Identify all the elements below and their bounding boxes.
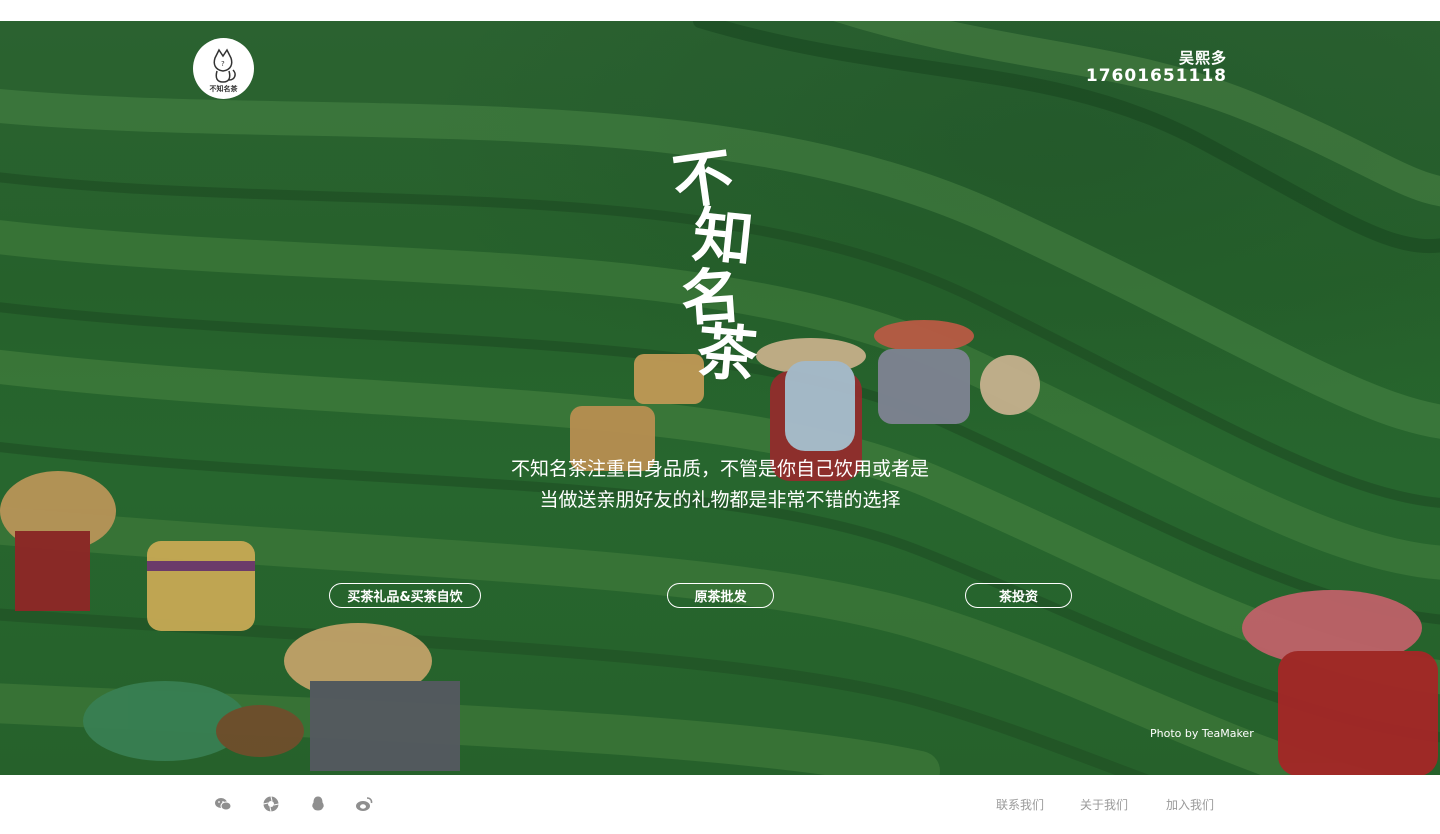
camera-shutter-icon[interactable] xyxy=(262,795,280,813)
tagline-line-1: 不知名茶注重自身品质，不管是你自己饮用或者是 xyxy=(510,458,929,480)
brand-char: 茶 xyxy=(694,316,760,392)
gift-and-self-drink-button[interactable]: 买茶礼品&买茶自饮 xyxy=(329,583,481,608)
svg-text:?: ? xyxy=(221,60,225,68)
hero-banner: ? 不知名茶 吴熙多 17601651118 不 知 名 茶 不知名茶注重自身品… xyxy=(0,21,1440,775)
contact-phone: 17601651118 xyxy=(1085,66,1227,86)
tea-field-background xyxy=(0,21,1440,775)
footer: 联系我们 关于我们 加入我们 xyxy=(0,775,1440,834)
tagline-line-2: 当做送亲朋好友的礼物都是非常不错的选择 xyxy=(539,489,901,511)
brand-calligraphy: 不 知 名 茶 xyxy=(662,141,772,391)
logo-text: 不知名茶 xyxy=(209,85,238,93)
tagline: 不知名茶注重自身品质，不管是你自己饮用或者是 当做送亲朋好友的礼物都是非常不错的… xyxy=(420,454,1020,516)
footer-link-contact-us[interactable]: 联系我们 xyxy=(996,796,1044,813)
wechat-icon[interactable] xyxy=(214,795,232,813)
wholesale-button[interactable]: 原茶批发 xyxy=(667,583,774,608)
weibo-icon[interactable] xyxy=(355,795,373,813)
qq-icon[interactable] xyxy=(309,795,327,813)
brand-logo[interactable]: ? 不知名茶 xyxy=(193,38,254,99)
photo-credit: Photo by TeaMaker xyxy=(1150,727,1254,740)
contact-name: 吴熙多 xyxy=(1178,49,1227,67)
footer-link-join-us[interactable]: 加入我们 xyxy=(1166,796,1214,813)
tea-investment-button[interactable]: 茶投资 xyxy=(965,583,1072,608)
footer-link-about-us[interactable]: 关于我们 xyxy=(1080,796,1128,813)
